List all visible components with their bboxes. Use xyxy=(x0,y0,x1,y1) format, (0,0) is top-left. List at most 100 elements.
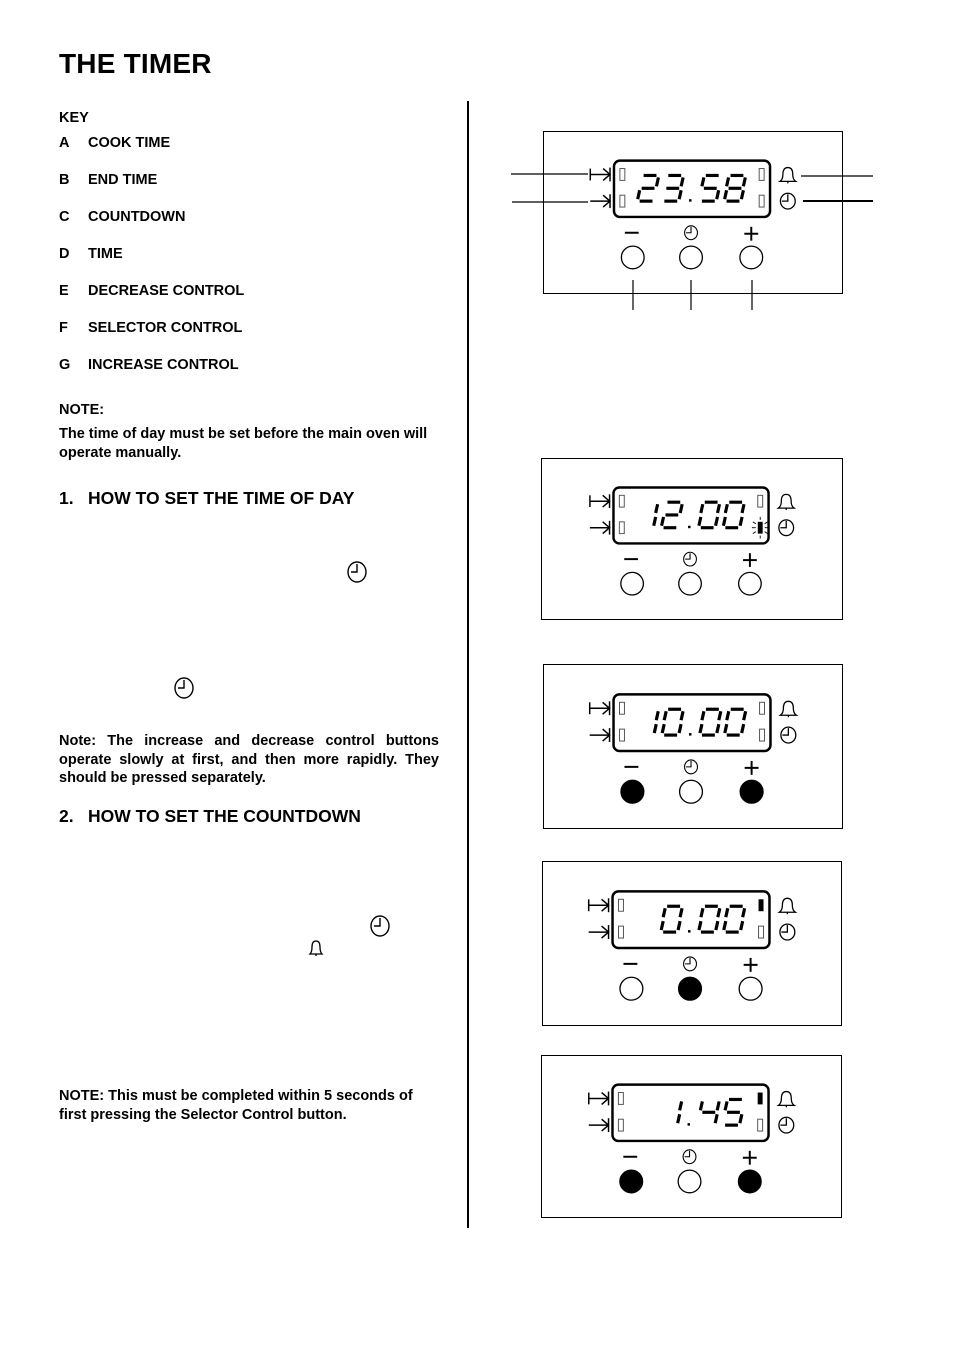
decrease-button[interactable] xyxy=(619,1169,644,1194)
clock-icon xyxy=(778,1116,795,1134)
decrease-button[interactable] xyxy=(620,779,645,804)
lcd-segment xyxy=(698,723,704,734)
key-label: DECREASE CONTROL xyxy=(88,283,245,299)
key-letter: C xyxy=(59,209,70,225)
key-item-e: E DECREASE CONTROL xyxy=(59,283,244,299)
lcd-segment xyxy=(676,1113,682,1124)
key-item-b: B END TIME xyxy=(59,172,157,188)
increase-button[interactable] xyxy=(737,1169,762,1194)
page-title: THE TIMER xyxy=(59,48,212,79)
lcd-segment xyxy=(652,516,658,527)
lcd-segment xyxy=(739,920,745,931)
clock-icon xyxy=(347,561,367,583)
lcd-segment xyxy=(716,907,722,918)
lcd-decimal-point xyxy=(689,733,692,736)
clock-icon xyxy=(174,677,194,699)
clock-icon xyxy=(780,726,797,744)
key-letter: E xyxy=(59,283,69,299)
key-label: TIME xyxy=(88,246,123,262)
timer-panel-set-time-of-day xyxy=(541,458,843,620)
section-2-heading: 2. HOW TO SET THE COUNTDOWN xyxy=(59,806,361,827)
key-label: COUNTDOWN xyxy=(88,209,186,225)
leader-lines xyxy=(511,173,873,310)
lcd-segment xyxy=(699,503,705,514)
timer-panel-set-countdown xyxy=(541,1055,842,1218)
key-item-d: D TIME xyxy=(59,246,123,262)
lcd-segment xyxy=(660,516,666,527)
bell-icon xyxy=(776,1090,797,1108)
lcd-segment xyxy=(722,920,728,931)
cook-time-arrow-icon xyxy=(589,494,611,509)
key-letter: F xyxy=(59,320,68,336)
lcd-segment xyxy=(713,1113,719,1124)
timer-panel-adjust-time xyxy=(543,664,843,829)
key-label: COOK TIME xyxy=(88,135,171,151)
lcd-segment xyxy=(715,1101,721,1111)
lcd-segment xyxy=(723,723,729,734)
bell-icon xyxy=(776,493,797,511)
selector-button[interactable] xyxy=(678,571,702,596)
lcd-segment xyxy=(652,723,658,734)
lcd-segment xyxy=(714,920,720,931)
key-item-f: F SELECTOR CONTROL xyxy=(59,320,242,336)
lcd-segment xyxy=(678,1101,684,1111)
bell-icon xyxy=(777,897,798,915)
increase-symbol xyxy=(742,1150,757,1165)
lcd-segment xyxy=(662,710,668,721)
lcd-decimal-point xyxy=(688,525,691,529)
increase-symbol xyxy=(743,553,757,567)
end-time-arrow-icon xyxy=(588,925,610,940)
lcd-segment xyxy=(724,907,730,918)
lcd-segment xyxy=(725,710,731,721)
key-item-c: C COUNTDOWN xyxy=(59,209,185,225)
selector-button[interactable] xyxy=(678,779,704,804)
lcd-segment xyxy=(654,503,660,514)
cook-time-arrow-icon xyxy=(587,898,610,913)
lcd-segment xyxy=(677,723,683,734)
key-label: END TIME xyxy=(88,172,158,188)
selector-clock-icon xyxy=(684,759,699,775)
selector-button[interactable] xyxy=(677,976,703,1001)
key-letter: A xyxy=(59,135,70,151)
section-2-note: NOTE: This must be completed within 5 se… xyxy=(59,1088,413,1123)
selector-button[interactable] xyxy=(677,1169,702,1194)
clock-icon xyxy=(778,519,795,537)
lcd-display xyxy=(611,1083,770,1143)
lcd-segment xyxy=(676,920,682,931)
lcd-segment xyxy=(697,920,703,931)
end-time-arrow-icon xyxy=(589,728,611,743)
section-1-heading: 1. HOW TO SET THE TIME OF DAY xyxy=(59,488,354,509)
increase-button[interactable] xyxy=(738,976,763,1001)
key-heading: KEY xyxy=(59,110,89,126)
decrease-button[interactable] xyxy=(619,976,644,1001)
cook-time-arrow-icon xyxy=(588,1091,610,1106)
lcd-segment xyxy=(678,503,684,514)
lcd-segment xyxy=(721,516,727,527)
increase-button[interactable] xyxy=(739,779,764,804)
timer-diagram xyxy=(589,486,797,596)
key-letter: D xyxy=(59,246,70,262)
lcd-segment xyxy=(723,503,729,514)
lcd-segment xyxy=(714,516,720,527)
cook-time-arrow-icon xyxy=(588,701,611,716)
increase-symbol xyxy=(744,760,759,775)
decrease-button[interactable] xyxy=(620,571,645,596)
lcd-display xyxy=(612,486,770,545)
end-time-arrow-icon xyxy=(588,1118,610,1133)
increase-button[interactable] xyxy=(737,571,762,596)
section-number: 1. xyxy=(59,488,74,508)
key-letter: G xyxy=(59,357,71,373)
timer-diagram xyxy=(588,1083,797,1194)
clock-icon xyxy=(779,923,796,941)
lcd-decimal-point xyxy=(688,930,691,933)
note-text: The time of day must be set before the m… xyxy=(59,426,428,461)
lcd-segment xyxy=(699,907,705,918)
lcd-segment xyxy=(740,503,746,514)
increase-symbol xyxy=(743,957,758,972)
key-letter: B xyxy=(59,172,70,188)
lcd-segment xyxy=(742,710,748,721)
countdown-indicator xyxy=(758,899,764,912)
lcd-segment xyxy=(715,503,722,514)
lcd-segment xyxy=(679,710,685,721)
end-time-arrow-icon xyxy=(589,520,611,535)
